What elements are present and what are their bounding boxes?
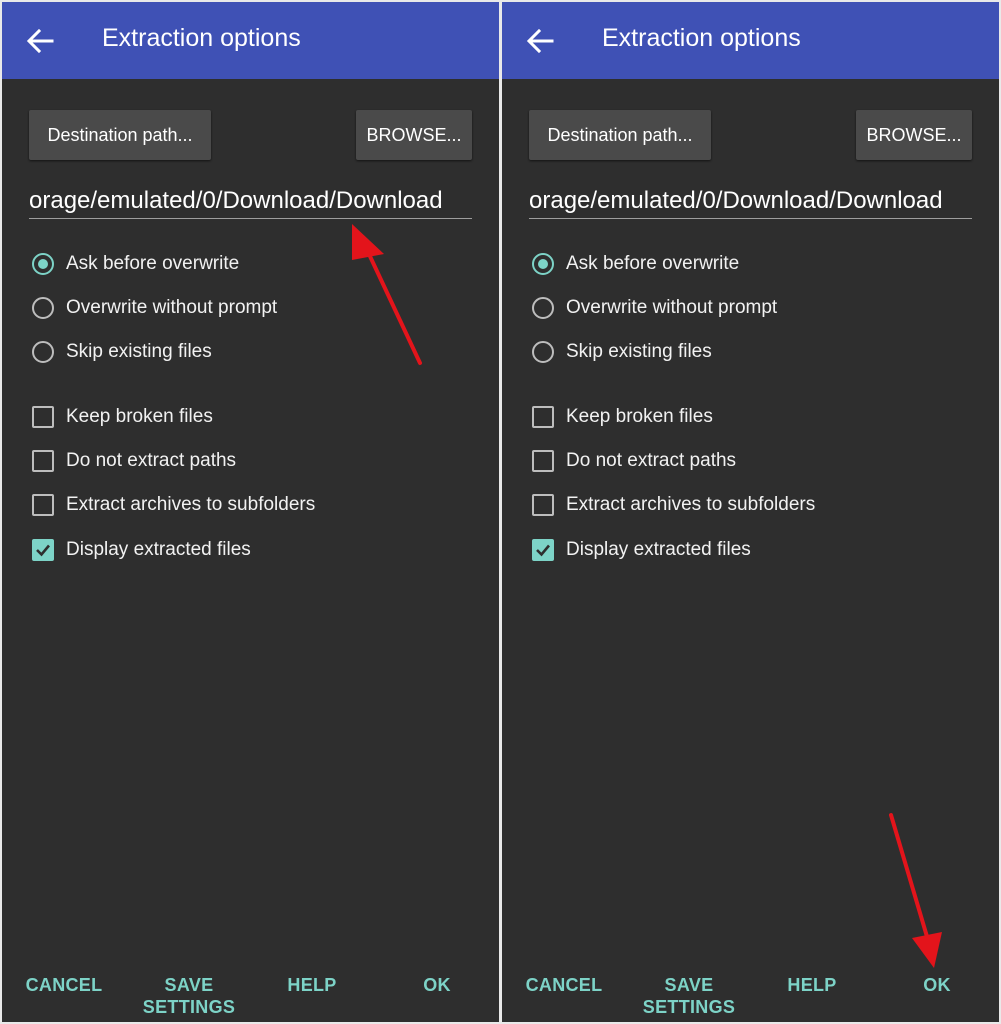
save-settings-line2: SETTINGS	[642, 997, 736, 1017]
option-label: Overwrite without prompt	[566, 297, 778, 318]
extraction-options-screen-left: Extraction options Destination path... B…	[2, 2, 499, 1022]
option-label: Skip existing files	[66, 341, 212, 362]
checkbox-checked-icon	[32, 539, 54, 561]
help-button[interactable]: HELP	[772, 974, 852, 996]
save-settings-button[interactable]: SAVE SETTINGS	[629, 974, 749, 1018]
destination-path-button[interactable]: Destination path...	[529, 110, 711, 160]
help-button[interactable]: HELP	[272, 974, 352, 996]
radio-unselected-icon	[532, 297, 554, 319]
checkbox-do-not-extract-paths[interactable]: Do not extract paths	[32, 446, 236, 476]
checkbox-unchecked-icon	[32, 406, 54, 428]
radio-skip-existing-files[interactable]: Skip existing files	[532, 337, 712, 367]
screen-title: Extraction options	[602, 24, 801, 52]
radio-ask-before-overwrite[interactable]: Ask before overwrite	[532, 249, 739, 279]
option-label: Ask before overwrite	[66, 253, 240, 274]
option-label: Do not extract paths	[566, 450, 737, 471]
checkbox-unchecked-icon	[32, 450, 54, 472]
radio-ask-before-overwrite[interactable]: Ask before overwrite	[32, 249, 239, 279]
checkbox-unchecked-icon	[532, 494, 554, 516]
radio-unselected-icon	[32, 341, 54, 363]
radio-skip-existing-files[interactable]: Skip existing files	[32, 337, 212, 367]
back-arrow-icon[interactable]	[526, 28, 554, 54]
save-settings-line2: SETTINGS	[142, 997, 236, 1017]
checkbox-extract-archives-to-subfolders[interactable]: Extract archives to subfolders	[32, 490, 315, 520]
option-label: Ask before overwrite	[566, 253, 740, 274]
option-label: Do not extract paths	[66, 450, 237, 471]
back-arrow-icon[interactable]	[26, 28, 54, 54]
destination-path-button[interactable]: Destination path...	[29, 110, 211, 160]
checkbox-keep-broken-files[interactable]: Keep broken files	[32, 402, 213, 432]
radio-selected-icon	[532, 253, 554, 275]
save-settings-line1: SAVE	[164, 975, 214, 995]
radio-selected-icon	[32, 253, 54, 275]
option-label: Display extracted files	[566, 539, 751, 560]
option-label: Overwrite without prompt	[66, 297, 278, 318]
save-settings-button[interactable]: SAVE SETTINGS	[129, 974, 249, 1018]
radio-overwrite-without-prompt[interactable]: Overwrite without prompt	[32, 293, 277, 323]
checkbox-do-not-extract-paths[interactable]: Do not extract paths	[532, 446, 736, 476]
option-label: Display extracted files	[66, 539, 251, 560]
checkbox-unchecked-icon	[532, 406, 554, 428]
option-label: Keep broken files	[66, 406, 213, 427]
destination-path-input[interactable]: orage/emulated/0/Download/Download	[29, 184, 472, 219]
extraction-options-screen-right: Extraction options Destination path... B…	[502, 2, 999, 1022]
app-bar: Extraction options	[502, 2, 999, 79]
option-label: Skip existing files	[566, 341, 712, 362]
browse-button[interactable]: BROWSE...	[356, 110, 472, 160]
checkbox-display-extracted-files[interactable]: Display extracted files	[532, 535, 751, 565]
save-settings-line1: SAVE	[664, 975, 714, 995]
ok-button[interactable]: OK	[407, 974, 467, 996]
app-bar: Extraction options	[2, 2, 499, 79]
checkbox-keep-broken-files[interactable]: Keep broken files	[532, 402, 713, 432]
radio-unselected-icon	[32, 297, 54, 319]
destination-path-input[interactable]: orage/emulated/0/Download/Download	[529, 184, 972, 219]
checkbox-display-extracted-files[interactable]: Display extracted files	[32, 535, 251, 565]
radio-unselected-icon	[532, 341, 554, 363]
screen-title: Extraction options	[102, 24, 301, 52]
radio-overwrite-without-prompt[interactable]: Overwrite without prompt	[532, 293, 777, 323]
checkbox-unchecked-icon	[32, 494, 54, 516]
option-label: Extract archives to subfolders	[66, 494, 316, 515]
option-label: Extract archives to subfolders	[566, 494, 816, 515]
ok-button[interactable]: OK	[907, 974, 967, 996]
option-label: Keep broken files	[566, 406, 713, 427]
checkbox-extract-archives-to-subfolders[interactable]: Extract archives to subfolders	[532, 490, 815, 520]
checkbox-unchecked-icon	[532, 450, 554, 472]
browse-button[interactable]: BROWSE...	[856, 110, 972, 160]
cancel-button[interactable]: CANCEL	[514, 974, 614, 996]
checkbox-checked-icon	[532, 539, 554, 561]
cancel-button[interactable]: CANCEL	[14, 974, 114, 996]
